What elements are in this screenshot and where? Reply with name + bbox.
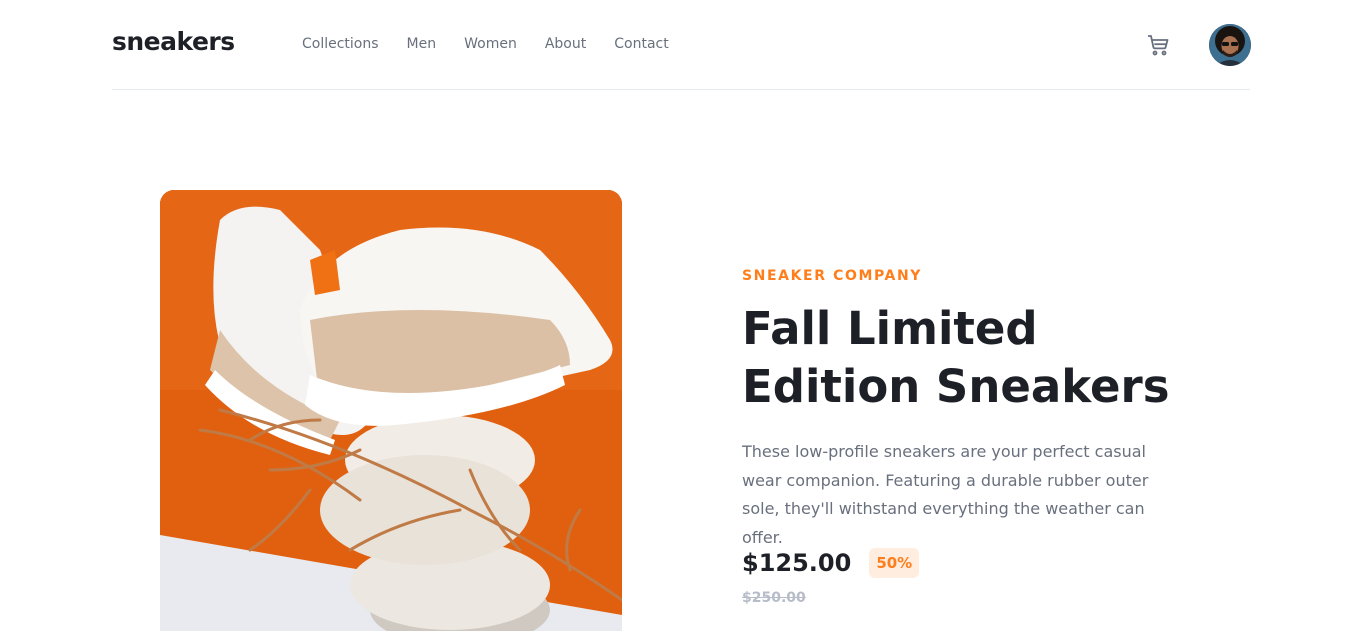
cart-button[interactable] [1146, 33, 1170, 57]
current-price: $125.00 [742, 549, 852, 577]
sneaker-photo [160, 190, 622, 631]
cart-icon [1148, 35, 1169, 56]
nav-men[interactable]: Men [407, 36, 437, 52]
product-title: Fall Limited Edition Sneakers [742, 302, 1170, 413]
price-row: $125.00 50% [742, 548, 920, 578]
nav-about[interactable]: About [545, 36, 586, 52]
product-info: SNEAKER COMPANY Fall Limited Edition Sne… [742, 268, 1202, 552]
site-header: sneakers Collections Men Women About Con… [112, 0, 1251, 90]
avatar-image [1209, 24, 1251, 66]
nav-contact[interactable]: Contact [614, 36, 668, 52]
nav-collections[interactable]: Collections [302, 36, 379, 52]
brand-logo[interactable]: sneakers [112, 27, 235, 56]
company-label: SNEAKER COMPANY [742, 268, 923, 284]
discount-badge: 50% [869, 548, 920, 578]
user-avatar[interactable] [1209, 24, 1251, 66]
nav-women[interactable]: Women [464, 36, 517, 52]
original-price: $250.00 [742, 590, 806, 606]
main-nav: Collections Men Women About Contact [302, 36, 669, 52]
product-description: These low-profile sneakers are your perf… [742, 442, 1149, 547]
product-image[interactable] [160, 190, 622, 631]
